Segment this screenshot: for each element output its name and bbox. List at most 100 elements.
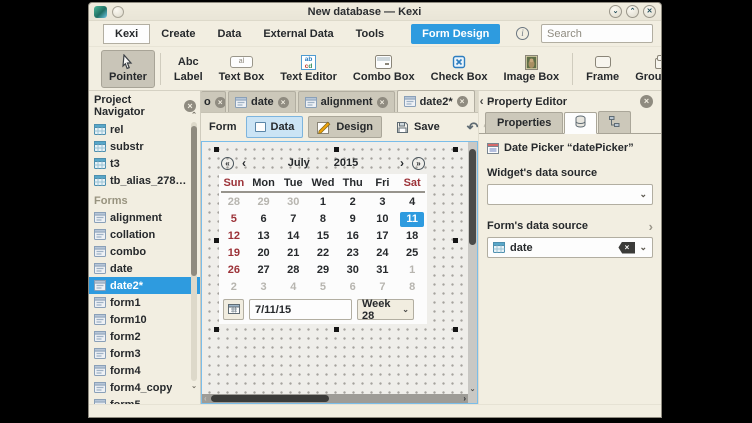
- date-input[interactable]: [249, 299, 352, 320]
- close-tab-icon[interactable]: ×: [457, 96, 468, 107]
- resize-handle[interactable]: [453, 327, 458, 332]
- calendar-day[interactable]: 12: [219, 228, 249, 245]
- calendar-day[interactable]: 27: [249, 262, 279, 279]
- calendar-popup-button[interactable]: [223, 299, 244, 320]
- calendar-day[interactable]: 25: [397, 245, 427, 262]
- calendar-day[interactable]: 29: [249, 194, 279, 211]
- canvas-vertical-scrollbar[interactable]: ⌄: [468, 142, 477, 394]
- calendar-day[interactable]: 7: [278, 211, 308, 228]
- calendar-day[interactable]: 15: [308, 228, 338, 245]
- maximize-icon[interactable]: ⌃: [626, 5, 639, 18]
- calendar-month[interactable]: July: [288, 157, 310, 169]
- calendar-day[interactable]: 28: [219, 194, 249, 211]
- menu-tab-data[interactable]: Data: [207, 24, 253, 44]
- calendar-day[interactable]: 4: [397, 194, 427, 211]
- previous-month-icon[interactable]: ‹: [242, 156, 246, 170]
- resize-handle[interactable]: [453, 238, 458, 243]
- calendar-day[interactable]: 29: [308, 262, 338, 279]
- calendar-day[interactable]: 10: [368, 211, 398, 228]
- navigator-item-collation[interactable]: collation: [89, 226, 200, 243]
- calendar-day[interactable]: 8: [308, 211, 338, 228]
- calendar-day[interactable]: 31: [368, 262, 398, 279]
- tool-image-box[interactable]: Image Box: [496, 50, 568, 88]
- navigator-item-rel[interactable]: rel: [89, 121, 200, 138]
- design-view-button[interactable]: Design: [308, 116, 382, 138]
- scrollbar-thumb[interactable]: [191, 126, 197, 276]
- tab-data-source[interactable]: [564, 112, 597, 134]
- navigator-item-substr[interactable]: substr: [89, 138, 200, 155]
- calendar-day[interactable]: 19: [219, 245, 249, 262]
- widget-data-source-select[interactable]: ⌄: [487, 184, 653, 205]
- tool-pointer[interactable]: Pointer: [101, 50, 155, 88]
- navigator-item-date2[interactable]: date2*: [89, 277, 200, 294]
- navigator-scrollbar[interactable]: ⌃ ⌄: [190, 112, 198, 391]
- minimize-icon[interactable]: ⌄: [609, 5, 622, 18]
- tool-text-box[interactable]: alText Box: [211, 50, 273, 88]
- navigator-item-form4-copy[interactable]: form4_copy: [89, 379, 200, 396]
- scroll-right-icon[interactable]: ›: [463, 394, 466, 403]
- navigator-item-tb-alias-278[interactable]: tb_alias_278…: [89, 172, 200, 189]
- calendar-day[interactable]: 2: [338, 194, 368, 211]
- week-dropdown[interactable]: Week 28 ⌄: [357, 299, 414, 320]
- document-tab-date[interactable]: date×: [228, 91, 296, 112]
- menu-tab-form-design[interactable]: Form Design: [411, 24, 500, 44]
- save-button[interactable]: Save: [387, 116, 449, 138]
- scroll-up-icon[interactable]: ⌃: [190, 112, 198, 120]
- resize-handle[interactable]: [214, 327, 219, 332]
- close-tab-icon[interactable]: ×: [215, 97, 226, 108]
- close-icon[interactable]: ✕: [643, 5, 656, 18]
- calendar-day[interactable]: 6: [338, 279, 368, 296]
- navigator-item-form3[interactable]: form3: [89, 345, 200, 362]
- calendar-day[interactable]: 9: [338, 211, 368, 228]
- expand-icon[interactable]: ›: [649, 221, 653, 232]
- calendar-day[interactable]: 5: [308, 279, 338, 296]
- navigator-item-form4[interactable]: form4: [89, 362, 200, 379]
- close-tab-icon[interactable]: ×: [377, 97, 388, 108]
- form-design-canvas[interactable]: « ‹ July 2015 › » SunMo: [201, 141, 478, 404]
- calendar-day[interactable]: 13: [249, 228, 279, 245]
- calendar-day[interactable]: 16: [338, 228, 368, 245]
- calendar-day[interactable]: 18: [397, 228, 427, 245]
- close-property-editor-icon[interactable]: ×: [640, 95, 653, 108]
- scroll-down-icon[interactable]: ⌄: [190, 383, 198, 391]
- calendar-day[interactable]: 4: [278, 279, 308, 296]
- tool-check-box[interactable]: Check Box: [423, 50, 496, 88]
- document-tab-alignment[interactable]: alignment×: [298, 91, 395, 112]
- navigator-item-form2[interactable]: form2: [89, 328, 200, 345]
- scroll-down-icon[interactable]: ⌄: [468, 385, 477, 393]
- calendar-day[interactable]: 20: [249, 245, 279, 262]
- menu-tab-kexi[interactable]: Kexi: [103, 24, 150, 44]
- calendar-day[interactable]: 14: [278, 228, 308, 245]
- calendar-year[interactable]: 2015: [334, 157, 358, 169]
- navigator-item-combo[interactable]: combo: [89, 243, 200, 260]
- next-year-icon[interactable]: »: [412, 157, 425, 170]
- info-icon[interactable]: i: [516, 27, 529, 40]
- menu-tab-external-data[interactable]: External Data: [252, 24, 344, 44]
- calendar-day[interactable]: 21: [278, 245, 308, 262]
- tool-text-editor[interactable]: abcdText Editor: [272, 50, 345, 88]
- data-view-button[interactable]: Data: [246, 116, 304, 138]
- tool-group-box[interactable]: Group Box: [627, 50, 662, 88]
- navigator-item-alignment[interactable]: alignment: [89, 209, 200, 226]
- menu-tab-create[interactable]: Create: [150, 24, 206, 44]
- form-menu[interactable]: Form: [209, 121, 237, 133]
- calendar-day[interactable]: 26: [219, 262, 249, 279]
- tool-label[interactable]: AbcLabel: [166, 50, 211, 88]
- resize-handle[interactable]: [334, 327, 339, 332]
- resize-handle[interactable]: [453, 147, 458, 152]
- calendar-day[interactable]: 8: [397, 279, 427, 296]
- undo-icon[interactable]: ↶: [467, 120, 479, 134]
- navigator-item-form5[interactable]: form5: [89, 396, 200, 404]
- calendar-day[interactable]: 1: [308, 194, 338, 211]
- calendar-day[interactable]: 28: [278, 262, 308, 279]
- previous-year-icon[interactable]: «: [221, 157, 234, 170]
- calendar-day[interactable]: 3: [249, 279, 279, 296]
- search-input[interactable]: [541, 24, 653, 43]
- calendar-day[interactable]: 17: [368, 228, 398, 245]
- calendar-day-selected[interactable]: 11: [397, 211, 427, 228]
- tab-properties[interactable]: Properties: [485, 112, 563, 133]
- calendar-day[interactable]: 23: [338, 245, 368, 262]
- navigator-item-form1[interactable]: form1: [89, 294, 200, 311]
- navigator-item-date[interactable]: date: [89, 260, 200, 277]
- calendar-day[interactable]: 3: [368, 194, 398, 211]
